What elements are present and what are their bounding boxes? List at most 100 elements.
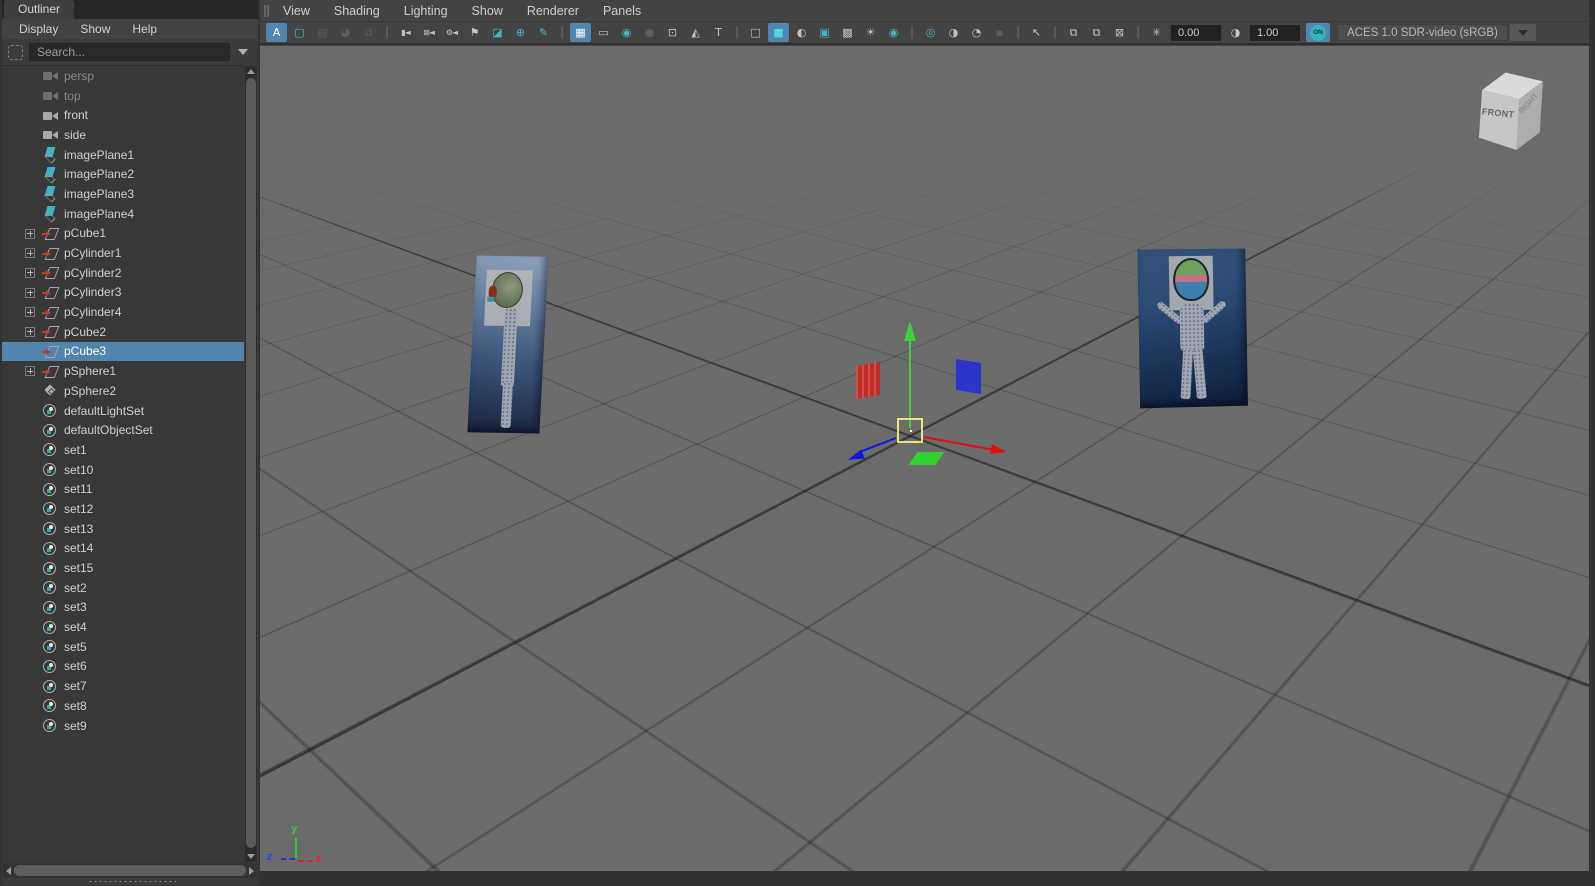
outliner-item-imagePlane3[interactable]: imagePlane3 (2, 184, 244, 204)
outliner-item-set2[interactable]: set2 (2, 578, 244, 598)
image-stack-icon[interactable]: ⧉ (358, 23, 379, 42)
expand-toggle-icon[interactable] (25, 326, 35, 337)
outliner-item-pCube1[interactable]: pCube1 (2, 224, 244, 244)
field-chart-icon[interactable]: ⊡ (662, 23, 683, 42)
outliner-vertical-scrollbar[interactable] (245, 66, 257, 862)
outliner-item-imagePlane4[interactable]: imagePlane4 (2, 204, 244, 224)
camera-attributes-icon[interactable]: ⚙◄ (441, 23, 462, 42)
view-cube[interactable]: FRONT RIGHT (1468, 62, 1546, 150)
film-gate-small-icon[interactable]: ▤ (312, 23, 333, 42)
manipulator-xy-plane-handle[interactable] (956, 359, 981, 394)
expand-toggle-icon[interactable] (25, 287, 35, 298)
grease-pencil-icon[interactable]: ✎ (533, 23, 554, 42)
viewport-menu-lighting[interactable]: Lighting (392, 0, 460, 22)
resolution-gate-icon[interactable]: ◉ (616, 23, 637, 42)
outliner-menu-help[interactable]: Help (121, 19, 168, 39)
outliner-item-pCylinder2[interactable]: pCylinder2 (2, 263, 244, 283)
outliner-item-set6[interactable]: set6 (2, 657, 244, 677)
outliner-search-input[interactable] (29, 43, 230, 61)
outliner-item-pSphere1[interactable]: pSphere1 (2, 361, 244, 381)
panel-resize-grip[interactable] (88, 880, 176, 883)
isolate-select-icon[interactable]: ↖ (1026, 23, 1047, 42)
horizontal-scroll-thumb[interactable] (14, 865, 246, 876)
grid-display-icon[interactable]: ▦ (570, 23, 591, 42)
outliner-item-defaultObjectSet[interactable]: defaultObjectSet (2, 420, 244, 440)
exposure-value-field[interactable]: 0.00 (1171, 24, 1221, 41)
motion-blur-icon[interactable]: ◑ (943, 23, 964, 42)
expand-toggle-icon[interactable] (25, 366, 35, 377)
wireframe-display-icon[interactable]: □ (745, 23, 766, 42)
view-transform-arrow-button[interactable] (1509, 24, 1536, 41)
outliner-item-set1[interactable]: set1 (2, 440, 244, 460)
gamma-toggle-icon[interactable]: ◑ (1225, 23, 1246, 42)
viewport-menu-view[interactable]: View (271, 0, 322, 22)
use-all-lights-icon[interactable]: ☀ (860, 23, 881, 42)
viewport-menu-renderer[interactable]: Renderer (515, 0, 591, 22)
imageplane-side-view[interactable] (467, 255, 549, 434)
view-transform-select[interactable]: ACES 1.0 SDR-video (sRGB) (1337, 24, 1508, 41)
viewport-menu-shading[interactable]: Shading (322, 0, 392, 22)
shade-object-icon[interactable]: ▣ (814, 23, 835, 42)
outliner-item-set5[interactable]: set5 (2, 637, 244, 657)
scroll-up-icon[interactable] (247, 69, 255, 74)
outliner-item-set7[interactable]: set7 (2, 676, 244, 696)
expand-toggle-icon[interactable] (25, 248, 35, 259)
letter-a-display-icon[interactable]: A (266, 23, 287, 42)
xray-active-components-icon[interactable]: ⧉ (1086, 23, 1107, 42)
outliner-item-set9[interactable]: set9 (2, 716, 244, 736)
menubar-drag-handle[interactable] (264, 4, 266, 17)
outliner-item-pCylinder4[interactable]: pCylinder4 (2, 302, 244, 322)
exposure-toggle-icon[interactable]: ✳ (1146, 23, 1167, 42)
shadows-display-icon[interactable]: ◉ (883, 23, 904, 42)
xray-display-icon[interactable]: ⧉ (1063, 23, 1084, 42)
select-camera-icon[interactable]: ▮◄ (395, 23, 416, 42)
gate-mask-icon[interactable]: ● (639, 23, 660, 42)
manipulator-y-axis[interactable] (909, 338, 911, 428)
outliner-horizontal-scrollbar[interactable] (3, 863, 257, 878)
selection-highlight-frame-icon[interactable]: ▢ (289, 23, 310, 42)
outliner-item-pSphere2[interactable]: pSphere2 (2, 381, 244, 401)
expand-toggle-icon[interactable] (25, 307, 35, 318)
outliner-item-pCube3[interactable]: pCube3 (2, 341, 244, 362)
smooth-shade-all-icon[interactable]: ■ (768, 23, 789, 42)
outliner-item-pCylinder1[interactable]: pCylinder1 (2, 243, 244, 263)
scroll-right-icon[interactable] (249, 866, 254, 875)
viewport-menu-show[interactable]: Show (460, 0, 515, 22)
film-gate-icon[interactable]: ▭ (593, 23, 614, 42)
outliner-item-set11[interactable]: set11 (2, 479, 244, 499)
viewport-menu-panels[interactable]: Panels (591, 0, 653, 22)
outliner-item-imagePlane1[interactable]: imagePlane1 (2, 145, 244, 165)
bookmarks-icon[interactable]: ⚑ (464, 23, 485, 42)
outliner-item-set15[interactable]: set15 (2, 558, 244, 578)
safe-action-icon[interactable]: ◭ (685, 23, 706, 42)
expand-toggle-icon[interactable] (25, 228, 35, 239)
outliner-item-set14[interactable]: set14 (2, 539, 244, 559)
outliner-item-front[interactable]: front (2, 105, 244, 125)
filter-icon[interactable] (8, 44, 23, 60)
outliner-item-set13[interactable]: set13 (2, 519, 244, 539)
scroll-left-icon[interactable] (6, 866, 11, 875)
outliner-item-pCube2[interactable]: pCube2 (2, 322, 244, 342)
image-plane-icon[interactable]: ◪ (487, 23, 508, 42)
outliner-item-set4[interactable]: set4 (2, 617, 244, 637)
depth-of-field-icon[interactable]: ▪ (989, 23, 1010, 42)
use-default-material-icon[interactable]: ◐ (791, 23, 812, 42)
textured-display-icon[interactable]: ▩ (837, 23, 858, 42)
vertical-scroll-thumb[interactable] (246, 78, 256, 848)
outliner-item-set10[interactable]: set10 (2, 460, 244, 480)
outliner-item-defaultLightSet[interactable]: defaultLightSet (2, 401, 244, 421)
outliner-item-imagePlane2[interactable]: imagePlane2 (2, 164, 244, 184)
search-dropdown-arrow-icon[interactable] (238, 49, 248, 55)
gamma-value-field[interactable]: 1.00 (1250, 24, 1300, 41)
screen-space-ao-icon[interactable]: ◎ (920, 23, 941, 42)
outliner-menu-show[interactable]: Show (69, 19, 121, 39)
xray-joints-icon[interactable]: ⊠ (1109, 23, 1130, 42)
viewport-canvas[interactable]: FRONT RIGHT y z x (260, 46, 1589, 871)
outliner-item-pCylinder3[interactable]: pCylinder3 (2, 283, 244, 303)
manipulator-yz-plane-handle[interactable] (856, 361, 880, 400)
manipulator-center-handle[interactable] (897, 418, 923, 443)
outliner-item-set12[interactable]: set12 (2, 499, 244, 519)
scroll-down-icon[interactable] (247, 854, 255, 859)
outliner-tab[interactable]: Outliner (4, 0, 75, 19)
color-pie-icon[interactable]: ◕ (335, 23, 356, 42)
